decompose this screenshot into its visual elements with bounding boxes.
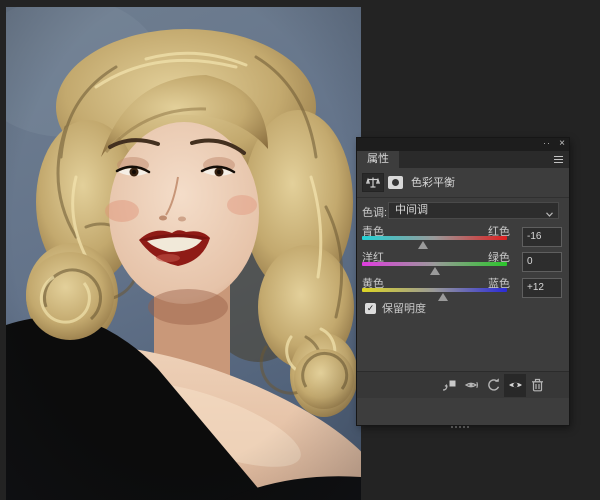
red-label: 红色 bbox=[488, 226, 510, 238]
cyan-red-thumb[interactable] bbox=[417, 241, 428, 249]
magenta-label: 洋红 bbox=[362, 252, 384, 264]
panel-content: 色彩平衡 色调: 中间调 青色 红色 -16 洋红 绿色 0 黄色 蓝色 +12… bbox=[357, 168, 569, 398]
yellow-blue-slider[interactable] bbox=[362, 288, 507, 301]
blue-label: 蓝色 bbox=[488, 278, 510, 290]
view-previous-state-icon[interactable] bbox=[460, 374, 482, 397]
properties-panel: ·· × 属性 色彩平衡 色调: 中间调 青色 红色 -16 洋红 绿色 0 黄… bbox=[357, 138, 569, 425]
panel-toolbar bbox=[357, 371, 569, 398]
slider-row-cyan-red: 青色 红色 -16 bbox=[362, 223, 562, 249]
panel-tabstrip: 属性 bbox=[357, 151, 569, 168]
tone-label: 色调: bbox=[362, 207, 388, 219]
preserve-luminosity-checkbox[interactable]: ✓ bbox=[365, 302, 376, 314]
slider-row-magenta-green: 洋红 绿色 0 bbox=[362, 249, 562, 275]
delete-icon[interactable] bbox=[526, 374, 548, 397]
preserve-luminosity-label[interactable]: 保留明度 bbox=[382, 300, 426, 316]
close-panel-button[interactable]: × bbox=[559, 138, 565, 151]
panel-menu-icon[interactable] bbox=[554, 156, 563, 163]
panel-title: 色彩平衡 bbox=[411, 177, 455, 189]
tone-selected-value: 中间调 bbox=[395, 204, 428, 216]
magenta-green-track[interactable] bbox=[362, 262, 507, 266]
magenta-green-value-input[interactable]: 0 bbox=[522, 252, 562, 272]
yellow-blue-value-input[interactable]: +12 bbox=[522, 278, 562, 298]
slider-row-yellow-blue: 黄色 蓝色 +12 bbox=[362, 275, 562, 301]
magenta-green-slider[interactable] bbox=[362, 262, 507, 275]
panel-resize-grip[interactable] bbox=[450, 424, 470, 429]
cyan-label: 青色 bbox=[362, 226, 384, 238]
mask-thumbnail-icon[interactable] bbox=[388, 175, 403, 189]
panel-titlebar[interactable]: ·· × bbox=[357, 138, 569, 151]
cyan-red-slider[interactable] bbox=[362, 236, 507, 249]
clip-to-layer-button[interactable] bbox=[438, 374, 460, 397]
collapse-panel-button[interactable]: ·· bbox=[543, 138, 551, 151]
yellow-label: 黄色 bbox=[362, 278, 384, 290]
visibility-icon[interactable] bbox=[504, 373, 526, 397]
preserve-luminosity-row[interactable]: ✓ 保留明度 bbox=[365, 300, 426, 316]
color-balance-icon[interactable] bbox=[362, 172, 384, 192]
tone-row: 色调: 中间调 bbox=[357, 202, 569, 219]
window-background: { "window": { "background": "#232323" },… bbox=[0, 0, 600, 500]
green-label: 绿色 bbox=[488, 252, 510, 264]
portrait-photo-art bbox=[6, 7, 361, 500]
cyan-red-track[interactable] bbox=[362, 236, 507, 240]
yellow-blue-thumb[interactable] bbox=[438, 293, 449, 301]
reset-icon[interactable] bbox=[482, 374, 504, 397]
divider bbox=[357, 197, 569, 198]
tab-properties[interactable]: 属性 bbox=[357, 151, 399, 168]
magenta-green-thumb[interactable] bbox=[429, 267, 440, 275]
portrait-photo bbox=[6, 7, 361, 500]
cyan-red-value-input[interactable]: -16 bbox=[522, 227, 562, 247]
adjustment-header: 色彩平衡 bbox=[362, 172, 455, 192]
yellow-blue-track[interactable] bbox=[362, 288, 507, 292]
chevron-down-icon bbox=[546, 207, 553, 222]
tone-select[interactable]: 中间调 bbox=[388, 202, 559, 219]
